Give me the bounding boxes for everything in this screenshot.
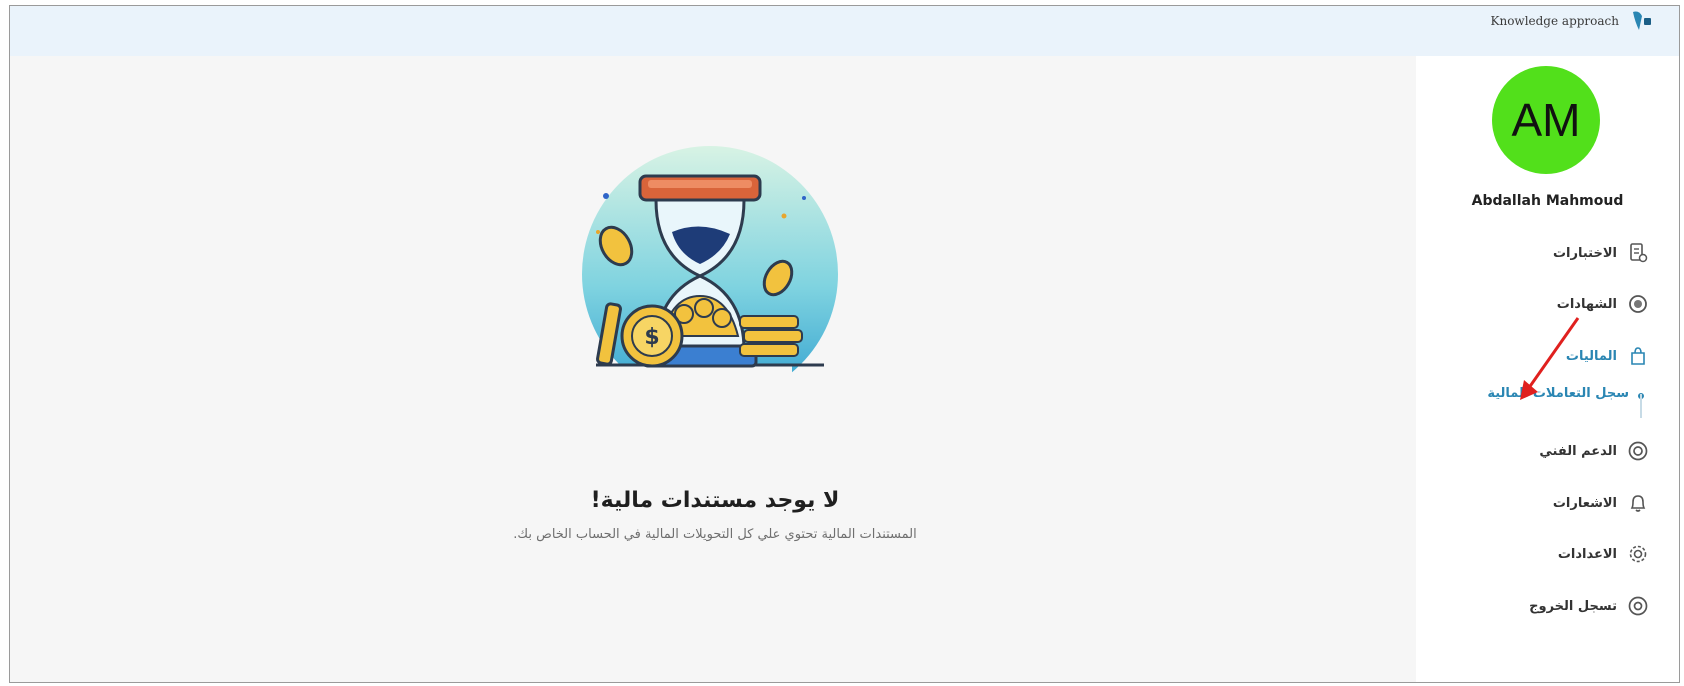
sidebar-item-exams[interactable]: الاختبارات [1553,242,1649,264]
exams-icon [1627,242,1649,264]
sidebar-item-label: الدعم الفني [1539,443,1617,459]
sidebar-item-label: الاعدادات [1557,546,1617,562]
svg-text:$: $ [644,325,659,350]
sidebar-item-label: الاشعارات [1552,495,1617,511]
gear-icon [1627,543,1649,565]
empty-state-subtitle: المستندات المالية تحتوي علي كل التحويلات… [513,527,917,542]
avatar-initials: AM [1511,94,1581,146]
sidebar-item-logout[interactable]: تسجل الخروج [1529,595,1649,617]
main-content: $ لا يوجد مستندات مالية! المستندات المال… [10,56,1416,682]
user-name: Abdallah Mahmoud [1471,193,1624,209]
annotation-arrow-icon [1520,317,1580,400]
sub-item-line [1640,394,1642,418]
wallet-icon [1627,345,1649,367]
sidebar-item-label: الاختبارات [1552,245,1617,261]
sidebar-item-settings[interactable]: الاعدادات [1558,543,1649,565]
top-bar: Knowledge approach [10,6,1679,57]
avatar[interactable]: AM [1492,66,1600,174]
brand-text: Knowledge approach [1490,14,1620,28]
certificate-icon [1627,293,1649,315]
logout-icon [1627,595,1649,617]
app-frame: Knowledge approach $ لا يوجد مستندات مال… [9,5,1680,683]
empty-state-title: لا يوجد مستندات مالية! [590,488,840,513]
sidebar-item-support[interactable]: الدعم الفني [1539,440,1649,462]
knowledge-logo-icon [1629,8,1655,34]
bell-icon [1627,492,1649,514]
sidebar-item-label: تسجل الخروج [1529,598,1617,614]
brand[interactable]: Knowledge approach [1491,8,1656,34]
lifebuoy-icon [1627,440,1649,462]
hourglass-coins-illustration: $ [582,146,838,412]
sidebar-item-notifications[interactable]: الاشعارات [1553,492,1649,514]
